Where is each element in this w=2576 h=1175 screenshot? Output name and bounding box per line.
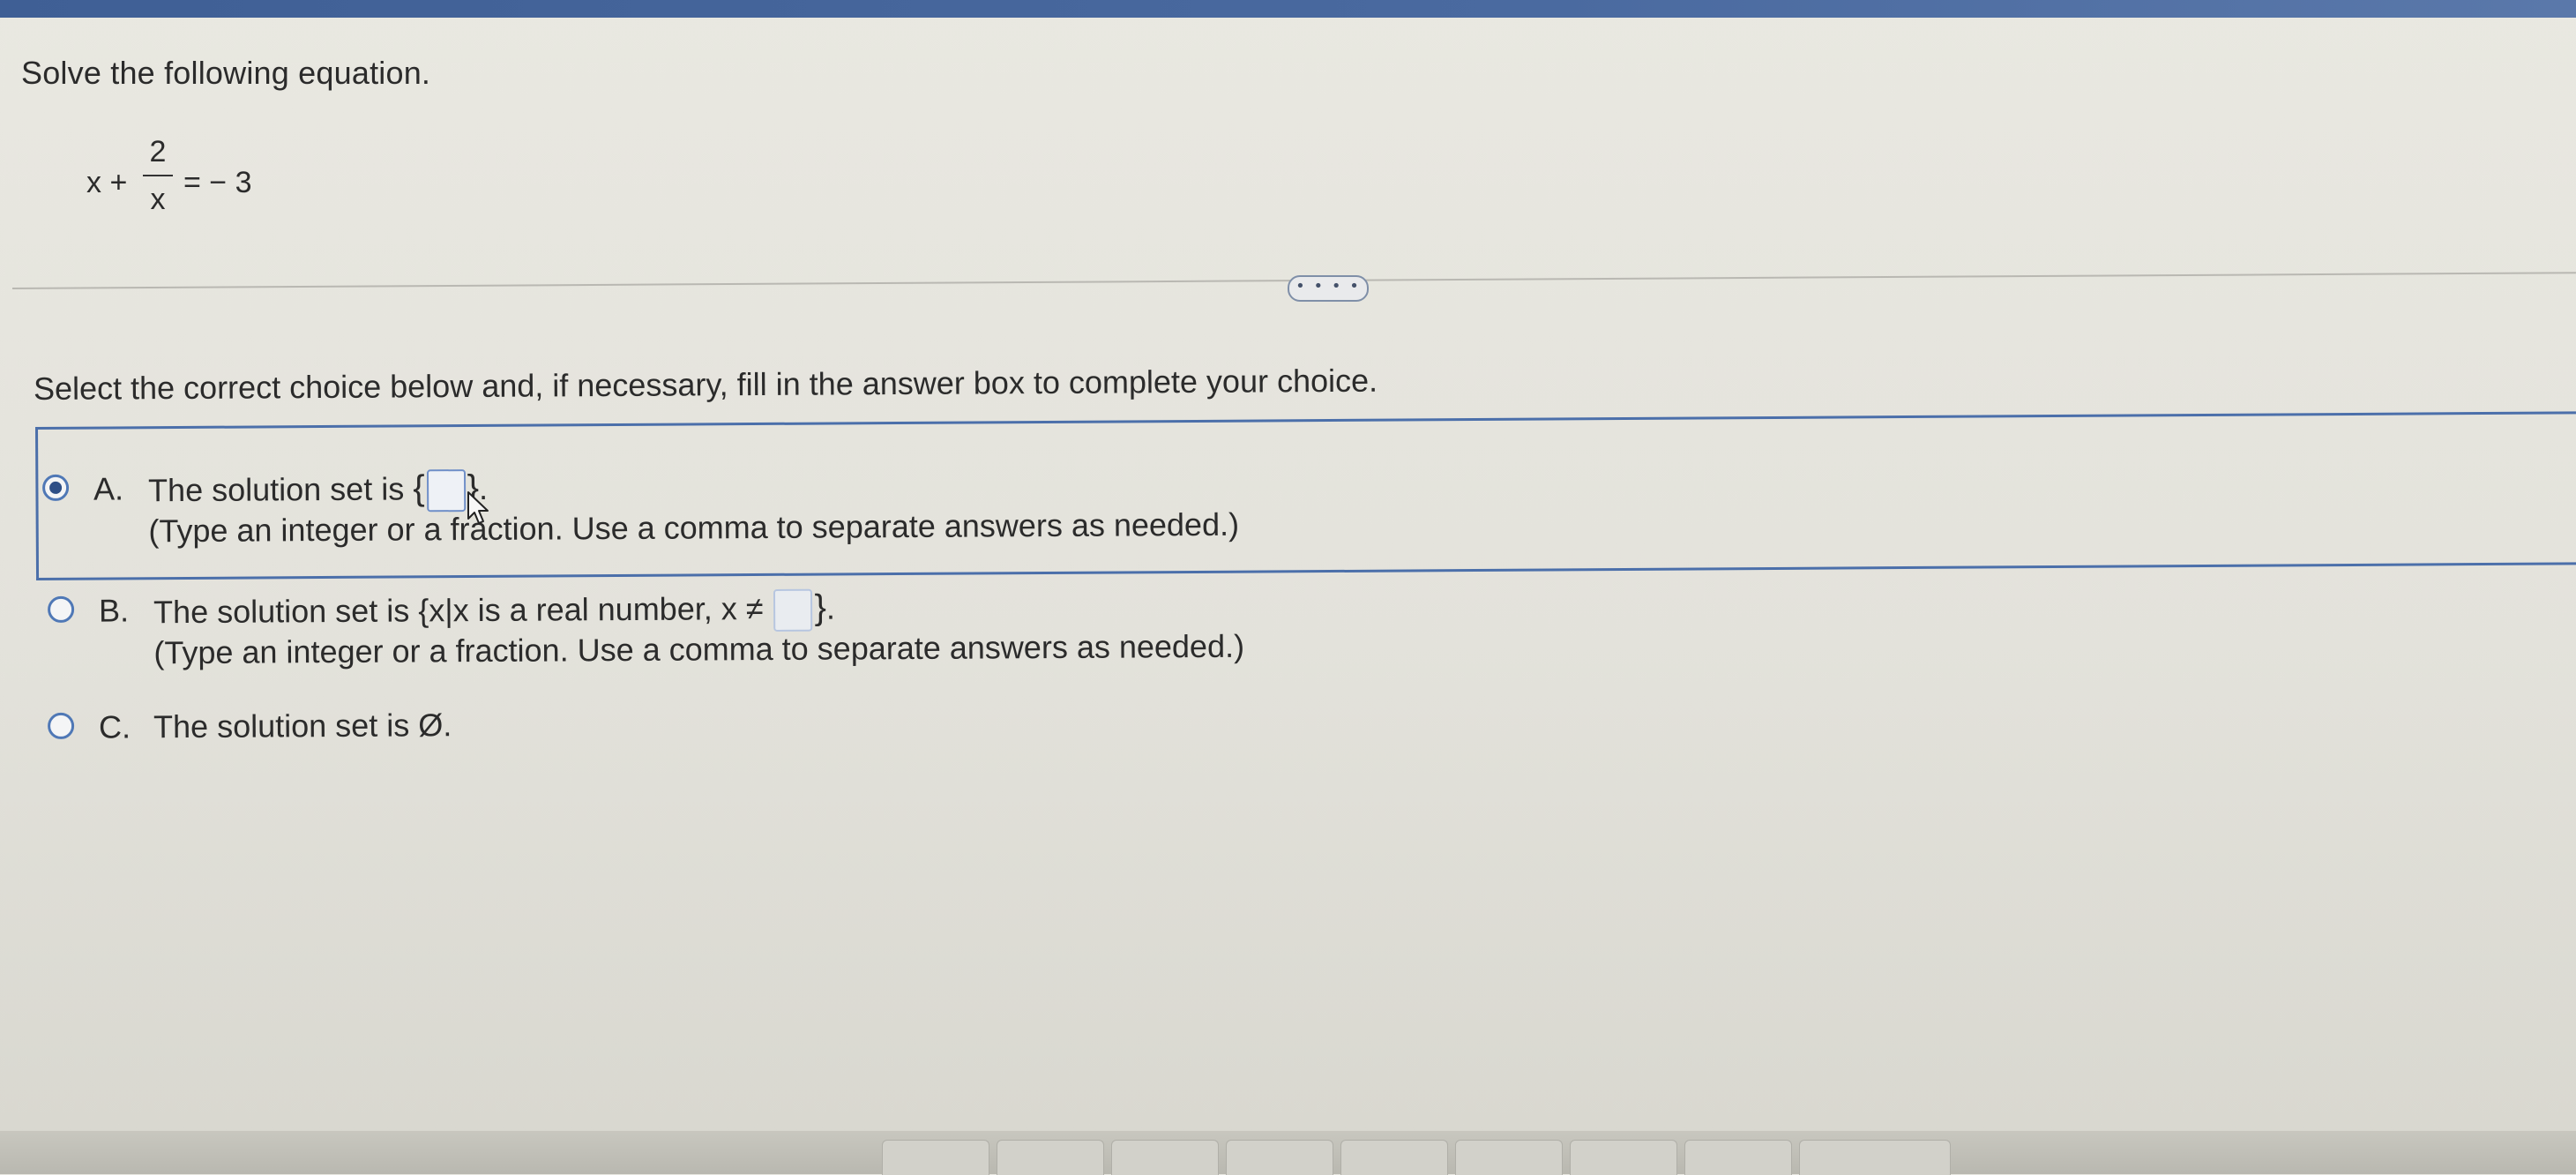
fraction-bar — [143, 175, 173, 176]
radio-choice-b[interactable] — [48, 595, 75, 623]
choice-a-open-brace: { — [413, 468, 425, 508]
radio-choice-c[interactable] — [48, 712, 75, 739]
choice-c-statement: The solution set is Ø. — [153, 707, 452, 745]
choice-b-hint: (Type an integer or a fraction. Use a co… — [153, 627, 1245, 671]
question-prompt: Solve the following equation. — [21, 55, 431, 91]
toolbar-tab[interactable] — [1455, 1140, 1563, 1175]
equation-lhs: x + — [86, 166, 128, 199]
choice-c-letter: C. — [98, 708, 131, 745]
choice-a-statement: The solution set is {}. — [148, 468, 488, 514]
toolbar-tab[interactable] — [1340, 1140, 1448, 1175]
fraction-numerator: 2 — [149, 135, 167, 168]
choice-b-suffix: . — [825, 589, 836, 626]
choice-b-prefix: The solution set is — [153, 592, 410, 631]
toolbar-tab[interactable] — [882, 1140, 989, 1175]
bottom-toolbar — [0, 1131, 2576, 1175]
choice-b-statement: The solution set is {x|x is a real numbe… — [153, 588, 835, 636]
radio-choice-a[interactable] — [42, 474, 70, 501]
toolbar-tab[interactable] — [1570, 1140, 1677, 1175]
toolbar-tab[interactable] — [1684, 1140, 1792, 1175]
fraction-denominator: x — [150, 183, 166, 216]
toolbar-tab[interactable] — [997, 1140, 1104, 1175]
choice-b-close-brace: } — [814, 588, 827, 627]
equation-fraction: 2 x — [143, 132, 173, 217]
top-bar — [0, 0, 2576, 18]
instruction-text: Select the correct choice below and, if … — [33, 362, 1378, 407]
toolbar-tab[interactable] — [1111, 1140, 1219, 1175]
choice-a-hint: (Type an integer or a fraction. Use a co… — [148, 505, 1240, 550]
choice-a-answer-box[interactable] — [426, 469, 466, 513]
equation-rhs: = − 3 — [183, 166, 252, 199]
toolbar-tab[interactable] — [1799, 1140, 1951, 1175]
choice-a-letter: A. — [93, 470, 124, 507]
toolbar-tab[interactable] — [1226, 1140, 1333, 1175]
choice-a-prefix: The solution set is — [147, 470, 405, 509]
mouse-pointer-icon — [467, 491, 489, 524]
more-button[interactable]: • • • • — [1288, 275, 1369, 302]
choice-b-set-open: {x|x is a real number, x ≠ — [418, 590, 764, 629]
choice-b-answer-box[interactable] — [773, 589, 813, 632]
choice-b-letter: B. — [98, 592, 130, 629]
